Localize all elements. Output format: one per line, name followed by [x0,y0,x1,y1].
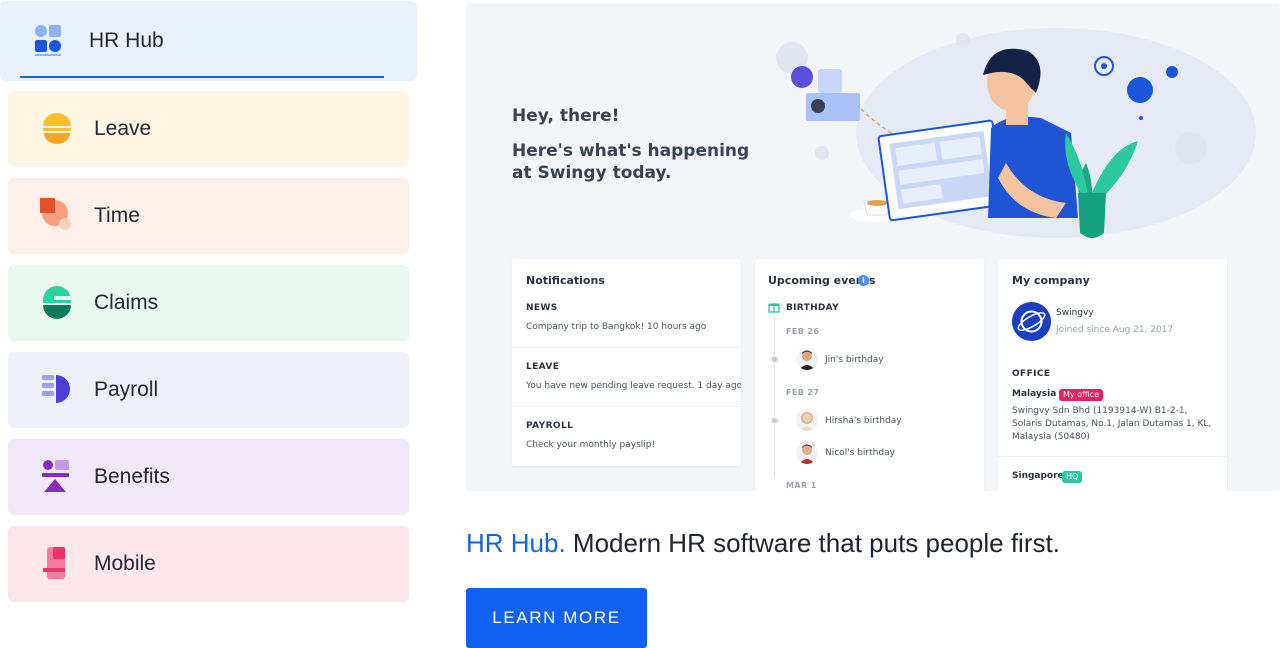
tab-label: Payroll [94,378,159,401]
tab-payroll[interactable]: Payroll [8,352,409,428]
tagline-text: Modern HR software that puts people firs… [565,528,1060,558]
event-date: FEB 26 [786,327,820,336]
notifications-card: Notifications NEWS Company trip to Bangk… [512,259,741,466]
tab-label: Benefits [94,465,170,488]
tab-label: HR Hub [89,29,164,52]
notification-item[interactable]: LEAVE You have new pending leave request… [512,348,741,407]
my-company-card: My company Swingvy Joined since Aug 21, … [998,259,1227,491]
office-country: Malaysia [1012,389,1057,399]
tab-label: Claims [94,291,159,314]
avatar [796,348,818,370]
my-company-title: My company [1012,274,1090,287]
upcoming-events-card: Upcoming events i BIRTHDAY FEB 26 Jin's … [755,259,984,491]
mobile-icon [43,547,65,579]
office-section-label: OFFICE [1012,369,1051,379]
event-timeline [774,317,775,477]
learn-more-button[interactable]: LEARN MORE [466,588,647,648]
hr-hub-icon [35,25,61,56]
notification-item[interactable]: PAYROLL Check your monthly payslip! [512,407,741,466]
company-join-date: Joined since Aug 21, 2017 [1056,325,1174,335]
gift-icon [768,303,780,313]
time-icon [40,198,71,230]
event-person-name: Hirsha's birthday [825,416,902,426]
timeline-dot [770,355,779,364]
company-logo [1012,302,1051,341]
hero-greeting: Hey, there! [512,106,620,126]
divider [998,456,1227,457]
notification-text: Check your monthly payslip! [526,440,656,450]
avatar [796,409,818,431]
tab-claims[interactable]: Claims [8,265,409,341]
notification-category: LEAVE [526,362,560,372]
tagline-product-name: HR Hub. [466,528,566,558]
timeline-dot [770,416,779,425]
hr-hub-dashboard-preview: Hey, there! Here's what's happening at S… [466,3,1280,491]
notification-category: NEWS [526,303,558,313]
notification-text: Company trip to Bangkok! 10 hours ago [526,322,707,332]
tab-hr-hub[interactable]: HR Hub [0,1,417,81]
event-type-label: BIRTHDAY [786,303,839,313]
tab-mobile[interactable]: Mobile [8,526,409,602]
product-tab-list: HR Hub Leave Time Claims Payroll Benefit… [0,0,417,648]
benefits-icon [42,460,69,492]
leave-icon [43,113,71,144]
tab-time[interactable]: Time [8,178,409,254]
my-office-badge: My office [1059,389,1104,401]
tab-label: Mobile [94,552,156,575]
tab-label: Time [94,204,140,227]
office-country: Singapore [1012,471,1064,481]
hq-badge: HQ [1062,471,1083,483]
claims-icon [43,286,71,319]
hero-subtitle: Here's what's happening at Swingy today. [512,141,750,183]
event-date: MAR 1 [786,481,817,490]
event-date: FEB 27 [786,388,820,397]
event-person-name: Nicol's birthday [825,448,895,458]
product-tagline: HR Hub. Modern HR software that puts peo… [466,528,1060,559]
notification-item[interactable]: NEWS Company trip to Bangkok! 10 hours a… [512,289,741,348]
company-name: Swingvy [1056,308,1094,318]
tab-label: Leave [94,117,152,140]
tab-benefits[interactable]: Benefits [8,439,409,515]
office-address: Swingvy Sdn Bhd (1193914-W) B1-2-1, Sola… [1012,406,1212,442]
hero-illustration [776,28,1256,238]
event-person-name: Jin's birthday [825,355,884,365]
notification-category: PAYROLL [526,421,574,431]
avatar [796,442,818,464]
active-tab-indicator [20,76,384,78]
payroll-icon [42,375,70,403]
tab-leave[interactable]: Leave [8,91,409,167]
notifications-title: Notifications [526,274,605,287]
notification-text: You have new pending leave request. 1 da… [526,381,741,391]
info-icon[interactable]: i [858,275,869,286]
